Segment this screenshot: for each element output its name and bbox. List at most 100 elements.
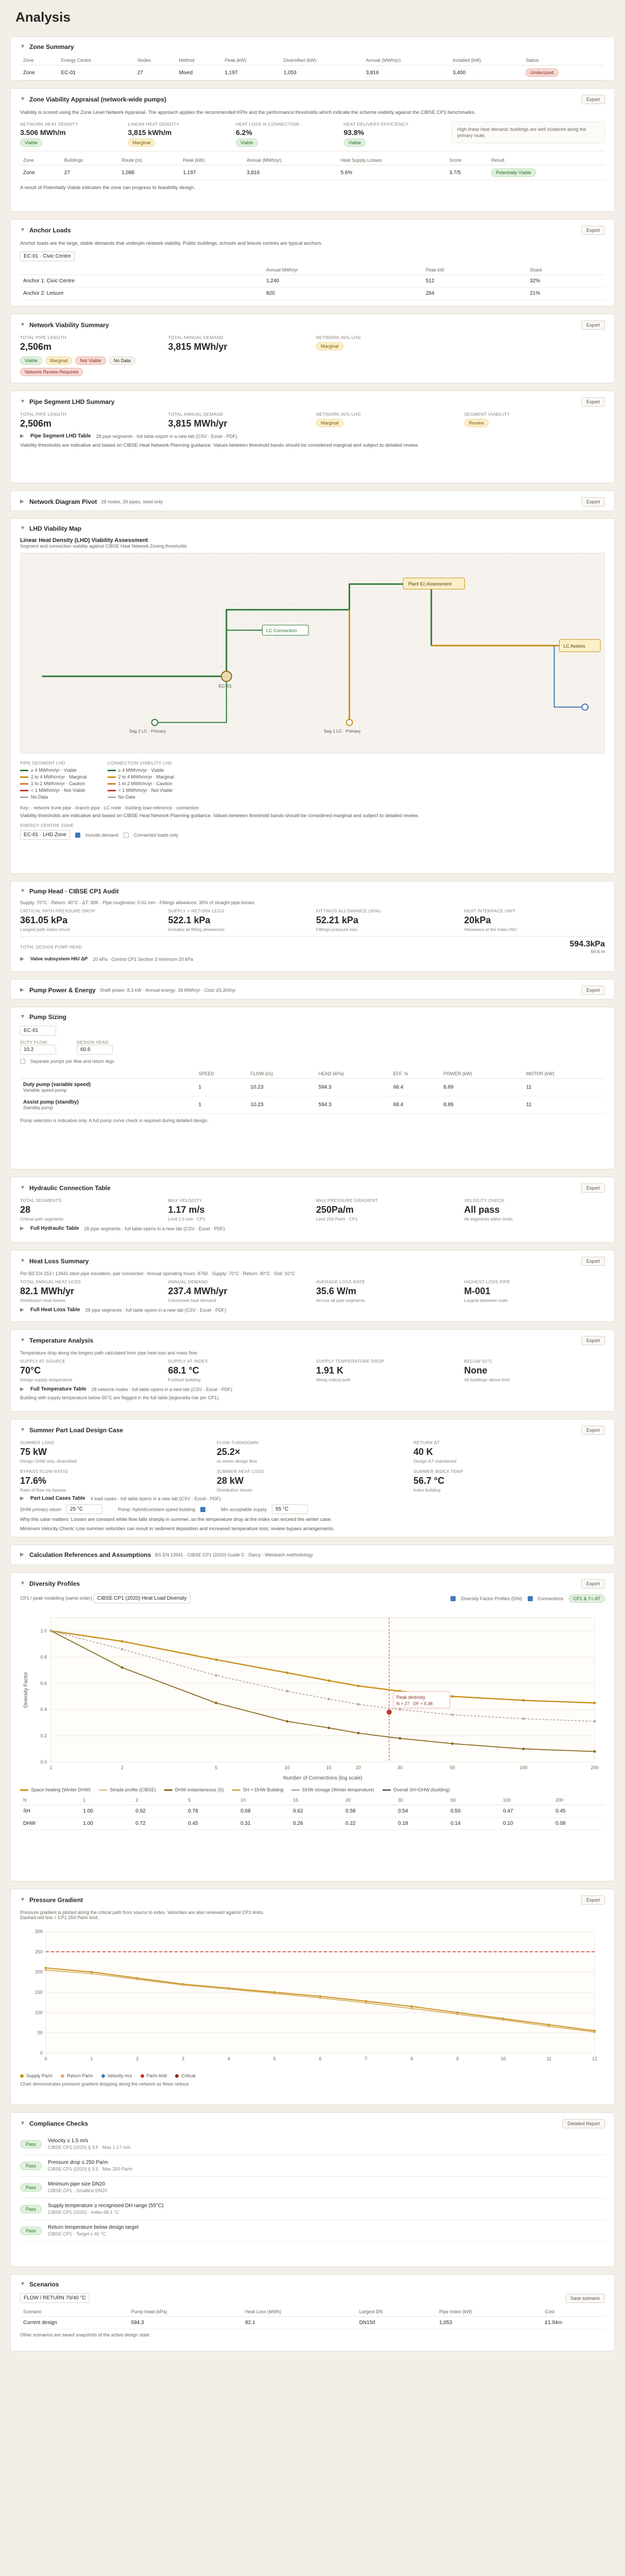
kpi-label: SUMMER INDEX TEMP — [413, 1469, 464, 1474]
include-demand-checkbox[interactable] — [75, 832, 80, 838]
export-button[interactable]: Export — [581, 1579, 605, 1588]
separate-pumps-checkbox[interactable] — [20, 1059, 25, 1064]
chevron-down-icon[interactable]: ▼ — [20, 228, 25, 233]
chevron-down-icon[interactable]: ▼ — [20, 1259, 25, 1264]
chevron-right-icon[interactable]: ▶ — [20, 1552, 25, 1557]
pump-ec-select[interactable]: EC-01 — [20, 1026, 56, 1036]
chevron-down-icon[interactable]: ▼ — [20, 526, 25, 531]
data-point — [215, 1674, 218, 1677]
chevron-down-icon[interactable]: ▼ — [20, 1338, 25, 1343]
export-button[interactable]: Export — [581, 1336, 605, 1345]
y-tick-label: 0 — [40, 2050, 43, 2056]
control-input[interactable]: 55 °C — [272, 1504, 308, 1514]
chevron-down-icon[interactable]: ▼ — [20, 44, 25, 49]
kpi-value: 28 kW — [217, 1476, 244, 1486]
export-button[interactable]: Export — [581, 1426, 605, 1435]
legend-label: Pa/m limit — [146, 2073, 167, 2078]
chevron-down-icon[interactable]: ▼ — [20, 1897, 25, 1903]
viability-chip[interactable]: Marginal — [45, 357, 73, 365]
kpi-sub: Furthest building — [168, 1377, 201, 1382]
chevron-right-icon[interactable]: ▶ — [20, 956, 25, 962]
hydraulic-table-toggle[interactable]: Full Hydraulic Table — [30, 1226, 79, 1231]
duty-flow-input[interactable]: 10.2 — [20, 1045, 56, 1055]
data-point — [357, 1703, 360, 1706]
chevron-right-icon[interactable]: ▶ — [20, 433, 25, 439]
anchor-loads-title: Anchor Loads — [29, 227, 71, 234]
legend-item: < 1 MWh/m/yr · Not Viable — [107, 788, 175, 793]
temperature-table-toggle[interactable]: Full Temperature Table — [30, 1386, 86, 1392]
legend-item: 2 to 4 MWh/m/yr · Marginal — [20, 774, 87, 779]
scenario-select[interactable]: FLOW / RETURN 70/40 °C — [20, 2293, 90, 2303]
chevron-right-icon[interactable]: ▶ — [20, 1386, 25, 1392]
table-cell: 594.3 — [315, 1078, 390, 1096]
export-button[interactable]: Export — [581, 320, 605, 330]
valve-subsystem-toggle[interactable]: Valve subsystem HIU ΔP — [30, 956, 88, 962]
lhd-map-canvas[interactable]: EC-01 Plant Ec Assessment LC Connection … — [20, 553, 605, 754]
kpi-label: FLOW TURNDOWN — [217, 1440, 259, 1445]
legend-swatch — [20, 796, 28, 798]
chevron-right-icon[interactable]: ▶ — [20, 1307, 25, 1313]
data-point — [215, 1658, 218, 1661]
export-button[interactable]: Export — [581, 1183, 605, 1193]
save-scenario-button[interactable]: Save scenario — [565, 2293, 605, 2303]
kpi-label: BYPASS FLOW RATIO — [20, 1469, 68, 1474]
kpi-value: 70°C — [20, 1365, 41, 1376]
chevron-down-icon[interactable]: ▼ — [20, 1014, 25, 1020]
chevron-right-icon[interactable]: ▶ — [20, 1496, 25, 1501]
chevron-right-icon[interactable]: ▶ — [20, 1226, 25, 1231]
export-button[interactable]: Export — [581, 1257, 605, 1266]
x-tick-label: 3 — [182, 2056, 184, 2061]
design-head-input[interactable]: 60.6 — [77, 1045, 113, 1055]
chevron-down-icon[interactable]: ▼ — [20, 2121, 25, 2126]
chevron-down-icon[interactable]: ▼ — [20, 323, 25, 328]
viability-chip[interactable]: Not Viable — [75, 357, 106, 365]
viability-side-note: High linear heat demand: buildings are w… — [452, 122, 605, 144]
chevron-right-icon[interactable]: ▶ — [20, 988, 25, 993]
detailed-report-button[interactable]: Detailed Report — [562, 2119, 605, 2128]
table-cell: Anchor 2: Leisure — [20, 287, 264, 300]
column-header: 20 — [342, 1795, 395, 1805]
profiles-checkbox[interactable] — [450, 1596, 456, 1601]
x-tick-label: 1 — [90, 2056, 93, 2061]
chevron-down-icon[interactable]: ▼ — [20, 399, 25, 404]
chevron-down-icon[interactable]: ▼ — [20, 1428, 25, 1433]
control-input[interactable]: 25 °C — [66, 1504, 103, 1514]
chevron-down-icon[interactable]: ▼ — [20, 2282, 25, 2287]
kpi-value: 52.21 kPa — [316, 915, 359, 925]
y-tick-label: 1.0 — [40, 1628, 47, 1633]
column-header: MOTOR (kW) — [523, 1069, 605, 1079]
control-label: Min acceptable supply — [221, 1506, 267, 1512]
chevron-down-icon[interactable]: ▼ — [20, 1581, 25, 1586]
chevron-right-icon[interactable]: ▶ — [20, 499, 25, 504]
y-tick-label: 150 — [35, 1990, 43, 1995]
export-button[interactable]: Export — [581, 986, 605, 995]
kpi-value: 35.6 W/m — [316, 1286, 357, 1296]
table-cell: 0.14 — [447, 1817, 500, 1830]
export-button[interactable]: Export — [581, 1895, 605, 1905]
export-button[interactable]: Export — [581, 95, 605, 104]
table-cell: 27 — [134, 65, 176, 80]
connected-only-checkbox[interactable] — [123, 832, 129, 838]
x-tick-label: 30 — [397, 1765, 403, 1770]
table-cell: 0.45 — [185, 1817, 238, 1830]
export-button[interactable]: Export — [581, 397, 605, 406]
pipe-lhd-table-toggle[interactable]: Pipe Segment LHD Table — [30, 433, 91, 439]
summer-explain2: Minimum Velocity Check: Low summer veloc… — [20, 1526, 335, 1532]
diversity-source-select[interactable]: CIBSE CP1 (2020) Heat Load Diversity — [93, 1594, 190, 1603]
chevron-down-icon[interactable]: ▼ — [20, 97, 25, 102]
viability-chip[interactable]: No Data — [109, 357, 135, 365]
chevron-down-icon[interactable]: ▼ — [20, 1185, 25, 1191]
data-point — [49, 1629, 53, 1632]
energy-centre-select[interactable]: EC-01 · LHD Zone — [20, 830, 70, 840]
anchor-selector[interactable]: EC-01 · Civic Centre — [20, 251, 75, 262]
viability-chip[interactable]: Viable — [20, 357, 42, 365]
control-checkbox[interactable] — [200, 1506, 206, 1512]
legend-item: Simple profile (CIBSE) — [99, 1787, 156, 1792]
part-load-toggle[interactable]: Part Load Cases Table — [30, 1496, 85, 1501]
legend-label: Overall SH+DHW (building) — [393, 1787, 450, 1792]
connections-checkbox[interactable] — [527, 1596, 533, 1601]
export-button[interactable]: Export — [581, 497, 605, 506]
chevron-down-icon[interactable]: ▼ — [20, 889, 25, 894]
export-button[interactable]: Export — [581, 226, 605, 235]
heat-loss-table-toggle[interactable]: Full Heat Loss Table — [30, 1307, 80, 1313]
